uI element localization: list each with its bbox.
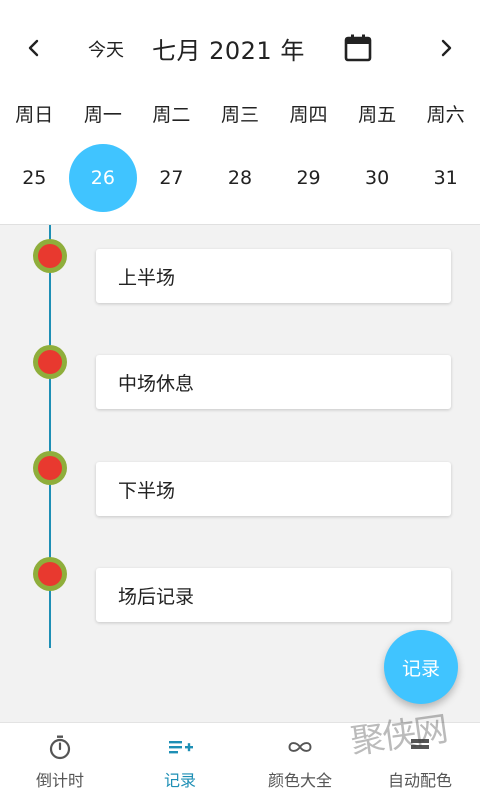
calendar-header: 今天 七月 2021 年 周日 周一 周二 周三 周四 周五 周六 25 26 … (0, 0, 480, 225)
palette-icon (411, 739, 429, 749)
weekday-label: 周五 (358, 103, 397, 126)
nav-label: 自动配色 (387, 771, 452, 790)
timeline-dot (33, 239, 67, 273)
date-number: 27 (159, 167, 184, 189)
weekday-label: 周三 (220, 103, 259, 126)
date-number: 31 (433, 167, 458, 189)
next-month-button[interactable] (428, 30, 464, 66)
nav-item-auto-color[interactable]: 自动配色 (360, 723, 480, 800)
date-number: 30 (365, 167, 390, 189)
weekday-label: 周日 (15, 103, 54, 126)
date-cell-selected[interactable]: 26 (68, 144, 138, 212)
date-cell[interactable]: 29 (274, 147, 343, 209)
infinity-icon (288, 742, 312, 752)
nav-label: 颜色大全 (267, 771, 332, 790)
bottom-navigation: 倒计时 记录 颜色大全 自动配色 (0, 722, 480, 800)
date-cell[interactable]: 31 (411, 147, 480, 209)
calendar-picker-button[interactable] (340, 30, 376, 66)
date-number: 25 (22, 167, 47, 189)
month-title: 七月 2021 年 (152, 37, 305, 65)
list-add-icon (169, 741, 193, 754)
weekday-label: 周二 (152, 103, 191, 126)
weekday-label: 周一 (83, 103, 122, 126)
nav-label: 记录 (163, 771, 196, 790)
today-button[interactable]: 今天 (88, 36, 124, 62)
timeline-card-halftime[interactable]: 中场休息 (96, 355, 451, 409)
weekday-row: 周日 周一 周二 周三 周四 周五 周六 (0, 98, 480, 128)
stopwatch-icon (49, 735, 71, 760)
timeline-card-first-half[interactable]: 上半场 (96, 249, 451, 303)
record-fab-button[interactable]: 记录 (384, 630, 458, 704)
timeline-card-second-half[interactable]: 下半场 (96, 462, 451, 516)
weekday-label: 周六 (426, 103, 465, 126)
date-number: 28 (227, 167, 253, 189)
nav-item-color-collection[interactable]: 颜色大全 (240, 723, 360, 800)
date-cell[interactable]: 30 (343, 147, 412, 209)
calendar-icon (344, 34, 372, 62)
timeline-dot (33, 451, 67, 485)
nav-label: 倒计时 (35, 771, 84, 790)
chevron-right-icon (441, 39, 452, 57)
date-number: 26 (90, 167, 115, 189)
month-navigation: 今天 七月 2021 年 (0, 20, 480, 76)
chevron-left-icon (28, 39, 39, 57)
date-cell[interactable]: 25 (0, 147, 69, 209)
timeline-card-post-match[interactable]: 场后记录 (96, 568, 451, 622)
date-row: 25 26 27 28 29 30 31 (0, 144, 480, 212)
date-cell[interactable]: 28 (206, 147, 275, 209)
date-cell[interactable]: 27 (137, 147, 206, 209)
nav-item-record[interactable]: 记录 (120, 723, 240, 800)
previous-month-button[interactable] (16, 30, 52, 66)
timeline-dot (33, 345, 67, 379)
timeline-dot (33, 557, 67, 591)
date-number: 29 (296, 167, 321, 189)
weekday-label: 周四 (289, 103, 328, 126)
nav-item-countdown[interactable]: 倒计时 (0, 723, 120, 800)
